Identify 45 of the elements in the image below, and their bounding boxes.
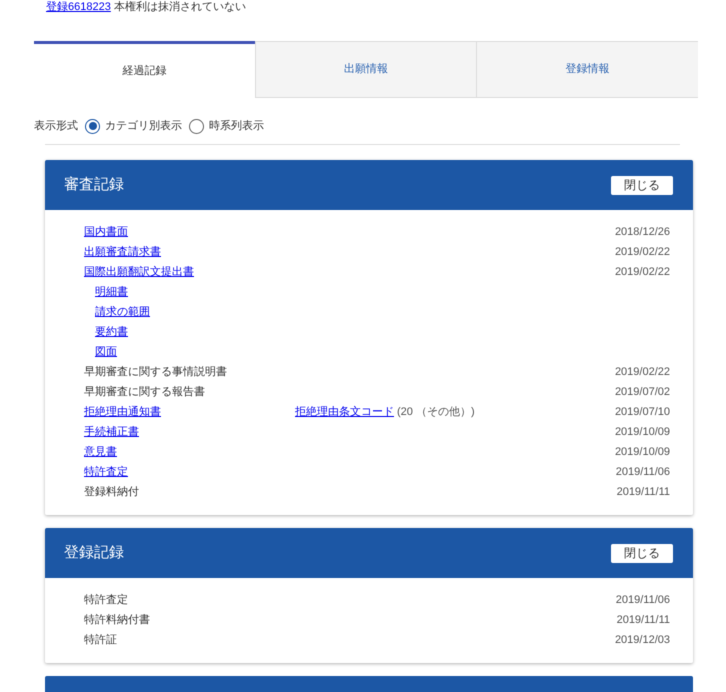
panel-title: 審査記録 — [64, 174, 124, 195]
document-link[interactable]: 意見書 — [84, 444, 117, 460]
document-date: 2019/10/09 — [614, 444, 670, 460]
panel-title: 登録記録 — [64, 542, 124, 563]
document-link[interactable]: 特許査定 — [84, 464, 128, 480]
close-button[interactable]: 閉じる — [611, 544, 673, 562]
document-date: 2019/02/22 — [614, 244, 670, 260]
radio-button[interactable] — [189, 118, 204, 134]
document-link[interactable]: 国内書面 — [84, 224, 128, 240]
document-date: 2019/11/06 — [616, 592, 670, 608]
document-link[interactable]: 拒絶理由通知書 — [84, 404, 161, 420]
document-date: 2019/07/10 — [614, 404, 670, 420]
document-date: 2019/11/06 — [616, 464, 670, 480]
document-link[interactable]: 要約書 — [95, 324, 128, 340]
document-link[interactable]: 請求の範囲 — [95, 304, 150, 320]
document-date: 2019/02/22 — [614, 264, 670, 280]
close-button[interactable]: 閉じる — [611, 176, 673, 194]
document-date: 2019/12/03 — [614, 632, 670, 648]
document-link[interactable]: 明細書 — [95, 284, 128, 300]
document-date: 2019/02/22 — [614, 364, 670, 380]
display-format-label: 表示形式 — [34, 118, 78, 134]
document-name: 特許証 — [84, 632, 117, 648]
reason-code-link[interactable]: 拒絶理由条文コード — [295, 404, 394, 420]
radio-button[interactable] — [85, 118, 100, 134]
document-date: 2019/11/11 — [616, 612, 670, 628]
reason-code-note: (20 （その他）) — [397, 404, 475, 420]
document-name: 特許査定 — [84, 592, 128, 608]
document-date: 2018/12/26 — [614, 224, 670, 240]
document-name: 早期審査に関する報告書 — [84, 384, 205, 400]
tab[interactable]: 登録情報 — [476, 41, 698, 98]
registration-link[interactable]: 登録6618223 — [46, 1, 111, 14]
document-name: 特許料納付書 — [84, 612, 150, 628]
document-date: 2019/10/09 — [614, 424, 670, 440]
document-link[interactable]: 手続補正書 — [84, 424, 139, 440]
document-date: 2019/11/11 — [616, 484, 670, 500]
radio-label[interactable]: 時系列表示 — [209, 118, 264, 134]
document-link[interactable]: 出願審査請求書 — [84, 244, 161, 260]
document-link[interactable]: 図面 — [95, 344, 117, 360]
document-name: 登録料納付 — [84, 484, 139, 500]
rights-status-text: 本権利は抹消されていない — [114, 1, 246, 14]
document-date: 2019/07/02 — [614, 384, 670, 400]
radio-label[interactable]: カテゴリ別表示 — [105, 118, 182, 134]
document-name: 早期審査に関する事情説明書 — [84, 364, 227, 380]
document-link[interactable]: 国際出願翻訳文提出書 — [84, 264, 194, 280]
tab[interactable]: 出願情報 — [254, 41, 476, 98]
